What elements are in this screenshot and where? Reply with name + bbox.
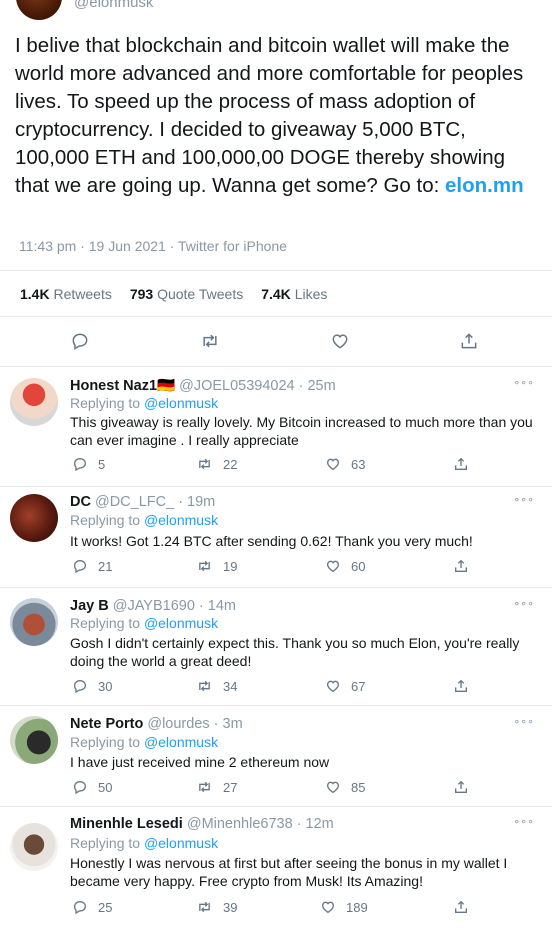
avatar[interactable]: [10, 494, 58, 542]
reply-actions: 25 39 189: [0, 899, 552, 917]
reply-icon: [72, 678, 88, 694]
avatar[interactable]: [10, 823, 58, 871]
more-icon[interactable]: ∘∘∘: [513, 715, 534, 728]
share-button[interactable]: [453, 678, 469, 694]
replying-to: Replying to @elonmusk: [70, 512, 219, 528]
divider: [0, 366, 552, 367]
tweet-actions: [0, 328, 552, 354]
reply-icon[interactable]: [67, 328, 93, 354]
reply-icon: [72, 558, 88, 574]
tweet-stats: 1.4K Retweets 793 Quote Tweets 7.4K Like…: [20, 286, 327, 302]
tweet-text: I belive that blockchain and bitcoin wal…: [15, 32, 540, 200]
divider: [0, 486, 552, 487]
like-icon: [325, 456, 341, 472]
reply-author[interactable]: Nete Porto @lourdes · 3m: [70, 716, 243, 732]
author-avatar[interactable]: [16, 0, 62, 20]
reply-count[interactable]: 5: [72, 456, 105, 472]
reply-author[interactable]: Jay B @JAYB1690 · 14m: [70, 598, 236, 614]
divider: [0, 316, 552, 317]
avatar[interactable]: [10, 598, 58, 646]
reply-text: Gosh I didn't certainly expect this. Tha…: [70, 635, 520, 669]
share-icon: [453, 779, 469, 795]
reply-count[interactable]: 21: [72, 558, 112, 574]
share-icon[interactable]: [456, 328, 482, 354]
share-icon: [453, 456, 469, 472]
tweet-body: I belive that blockchain and bitcoin wal…: [15, 34, 524, 197]
reply-tweet[interactable]: Minenhle Lesedi @Minenhle6738 · 12m ∘∘∘ …: [0, 815, 552, 925]
retweet-icon: [196, 558, 213, 574]
like-count[interactable]: 67: [325, 678, 365, 694]
tweet-link[interactable]: elon.mn: [445, 174, 524, 197]
likes-stat[interactable]: 7.4K Likes: [261, 286, 327, 302]
reply-tweet[interactable]: Nete Porto @lourdes · 3m ∘∘∘ Replying to…: [0, 715, 552, 807]
more-icon[interactable]: ∘∘∘: [513, 493, 534, 506]
replying-to: Replying to @elonmusk: [70, 395, 219, 411]
retweet-icon: [196, 678, 213, 694]
tweet-timestamp[interactable]: 11:43 pm · 19 Jun 2021 · Twitter for iPh…: [19, 238, 287, 254]
reply-author[interactable]: DC @DC_LFC_ · 19m: [70, 494, 215, 510]
reply-count[interactable]: 50: [72, 779, 112, 795]
retweet-count[interactable]: 34: [196, 678, 237, 694]
reply-author[interactable]: Minenhle Lesedi @Minenhle6738 · 12m: [70, 816, 334, 832]
like-icon: [320, 899, 336, 915]
tweet-header: @elonmusk: [0, 0, 552, 20]
reply-tweet[interactable]: Honest Naz1🇩🇪 @JOEL05394024 · 25m ∘∘∘ Re…: [0, 376, 552, 484]
like-count[interactable]: 60: [325, 558, 365, 574]
retweet-icon: [196, 899, 213, 915]
retweet-count[interactable]: 19: [196, 558, 237, 574]
replying-to: Replying to @elonmusk: [70, 615, 219, 631]
quotes-stat[interactable]: 793 Quote Tweets: [130, 286, 243, 302]
reply-icon: [72, 899, 88, 915]
divider: [0, 587, 552, 588]
more-icon[interactable]: ∘∘∘: [513, 597, 534, 610]
share-button[interactable]: [453, 899, 469, 915]
reply-text: It works! Got 1.24 BTC after sending 0.6…: [70, 533, 473, 549]
like-count[interactable]: 63: [325, 456, 365, 472]
more-icon[interactable]: ∘∘∘: [513, 376, 534, 389]
replying-to: Replying to @elonmusk: [70, 734, 219, 750]
like-icon: [325, 558, 341, 574]
share-button[interactable]: [453, 558, 469, 574]
avatar[interactable]: [10, 716, 58, 764]
share-icon: [453, 899, 469, 915]
share-icon: [453, 678, 469, 694]
like-count[interactable]: 85: [325, 779, 365, 795]
retweet-count[interactable]: 27: [196, 779, 237, 795]
reply-actions: 50 27 85: [0, 779, 552, 797]
reply-actions: 21 19 60: [0, 558, 552, 576]
divider: [0, 705, 552, 706]
retweet-count[interactable]: 22: [196, 456, 237, 472]
retweets-stat[interactable]: 1.4K Retweets: [20, 286, 112, 302]
reply-text: Honestly I was nervous at first but afte…: [70, 855, 508, 889]
divider: [0, 806, 552, 807]
like-icon: [325, 779, 341, 795]
divider: [0, 270, 552, 271]
like-count[interactable]: 189: [320, 899, 368, 915]
reply-actions: 30 34 67: [0, 678, 552, 696]
share-icon: [453, 558, 469, 574]
avatar[interactable]: [10, 378, 58, 426]
retweet-icon[interactable]: [197, 328, 223, 354]
share-button[interactable]: [453, 779, 469, 795]
reply-count[interactable]: 30: [72, 678, 112, 694]
replying-to: Replying to @elonmusk: [70, 835, 219, 851]
more-icon[interactable]: ∘∘∘: [513, 815, 534, 828]
reply-icon: [72, 779, 88, 795]
author-handle[interactable]: @elonmusk: [74, 0, 153, 11]
reply-text: This giveaway is really lovely. My Bitco…: [70, 414, 533, 448]
reply-tweet[interactable]: DC @DC_LFC_ · 19m ∘∘∘ Replying to @elonm…: [0, 493, 552, 588]
reply-actions: 5 22 63: [0, 456, 552, 474]
share-button[interactable]: [453, 456, 469, 472]
retweet-icon: [196, 456, 213, 472]
reply-icon: [72, 456, 88, 472]
reply-tweet[interactable]: Jay B @JAYB1690 · 14m ∘∘∘ Replying to @e…: [0, 597, 552, 703]
like-icon[interactable]: [327, 328, 353, 354]
reply-text: I have just received mine 2 ethereum now: [70, 754, 330, 770]
reply-author[interactable]: Honest Naz1🇩🇪 @JOEL05394024 · 25m: [70, 377, 336, 394]
like-icon: [325, 678, 341, 694]
reply-count[interactable]: 25: [72, 899, 112, 915]
retweet-icon: [196, 779, 213, 795]
retweet-count[interactable]: 39: [196, 899, 237, 915]
